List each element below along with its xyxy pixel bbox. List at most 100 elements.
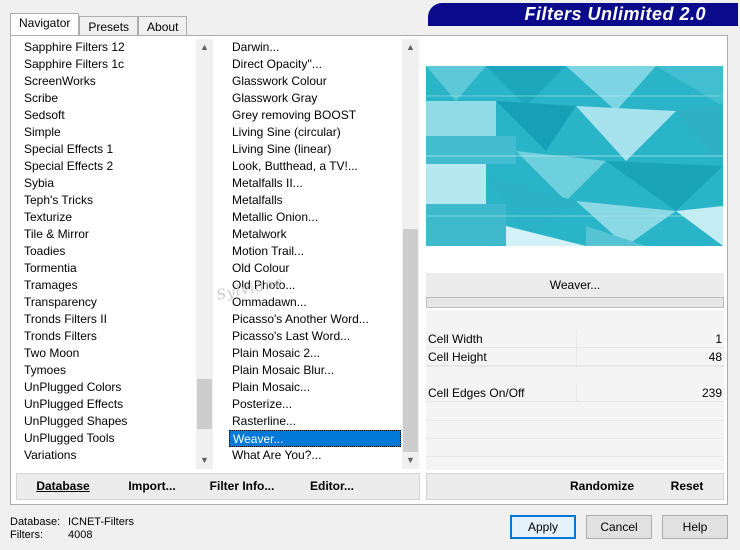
status-key: Database:: [10, 516, 61, 528]
param-row-cell-width[interactable]: Cell Width 1: [426, 330, 724, 348]
list-item[interactable]: Special Effects 1: [21, 141, 196, 158]
list-item[interactable]: Plain Mosaic...: [229, 379, 401, 396]
status-value: 4008: [68, 529, 93, 541]
filter-scrollbar[interactable]: ▲ ▼: [402, 39, 419, 469]
param-row-cell-edges[interactable]: Cell Edges On/Off 239: [426, 384, 724, 402]
randomize-button[interactable]: Randomize: [557, 474, 647, 499]
list-item[interactable]: Sedsoft: [21, 107, 196, 124]
list-item[interactable]: Glasswork Gray: [229, 90, 401, 107]
list-item[interactable]: Simple: [21, 124, 196, 141]
tab-navigator[interactable]: Navigator: [10, 13, 80, 35]
divider: [426, 456, 724, 457]
category-scrollbar[interactable]: ▲ ▼: [196, 39, 213, 469]
list-item[interactable]: Teph's Tricks: [21, 192, 196, 209]
preview-image: [426, 66, 723, 246]
tab-about[interactable]: About: [138, 16, 188, 35]
scroll-down-icon[interactable]: ▼: [196, 452, 213, 469]
list-item[interactable]: UnPlugged Effects: [21, 396, 196, 413]
filter-info-button[interactable]: Filter Info...: [197, 474, 287, 499]
status-value: ICNET-Filters: [68, 516, 134, 528]
progress-bar: [426, 297, 724, 308]
list-item[interactable]: Glasswork Colour: [229, 73, 401, 90]
apply-button[interactable]: Apply: [510, 515, 576, 539]
scroll-up-icon[interactable]: ▲: [196, 39, 213, 56]
scroll-thumb[interactable]: [197, 379, 212, 429]
list-item[interactable]: Tormentia: [21, 260, 196, 277]
list-item[interactable]: Picasso's Another Word...: [229, 311, 401, 328]
list-item[interactable]: Look, Butthead, a TV!...: [229, 158, 401, 175]
list-item[interactable]: UnPlugged Tools: [21, 430, 196, 447]
list-item[interactable]: Tramages: [21, 277, 196, 294]
app-title: Filters Unlimited 2.0: [524, 4, 706, 24]
right-button-bar: Randomize Reset: [426, 473, 724, 500]
left-button-bar: Database Import... Filter Info... Editor…: [16, 473, 420, 500]
list-item[interactable]: What Are You?...: [229, 447, 401, 464]
list-item[interactable]: UnPlugged Colors: [21, 379, 196, 396]
title-banner: Filters Unlimited 2.0: [428, 3, 738, 26]
filter-list[interactable]: Darwin... Direct Opacity''... Glasswork Co…: [229, 39, 401, 469]
list-item[interactable]: Rasterline...: [229, 413, 401, 430]
scroll-down-icon[interactable]: ▼: [402, 452, 419, 469]
list-item[interactable]: Tymoes: [21, 362, 196, 379]
list-item[interactable]: Transparency: [21, 294, 196, 311]
status-filters: Filters: 4008: [10, 529, 92, 541]
editor-button[interactable]: Editor...: [297, 474, 367, 499]
help-button[interactable]: Help: [662, 515, 728, 539]
divider: [426, 366, 724, 367]
list-item[interactable]: Sapphire Filters 12: [21, 39, 196, 56]
param-value: 1: [715, 332, 722, 346]
list-item[interactable]: Tronds Filters II: [21, 311, 196, 328]
list-item[interactable]: Old Colour: [229, 260, 401, 277]
import-button[interactable]: Import...: [117, 474, 187, 499]
tab-strip: Navigator Presets About: [10, 13, 188, 35]
list-item[interactable]: Direct Opacity''...: [229, 56, 401, 73]
status-database: Database: ICNET-Filters: [10, 516, 134, 528]
reset-button[interactable]: Reset: [657, 474, 717, 499]
divider: [426, 438, 724, 439]
param-row-cell-height[interactable]: Cell Height 48: [426, 348, 724, 366]
list-item[interactable]: Variations: [21, 447, 196, 464]
list-item[interactable]: Scribe: [21, 90, 196, 107]
param-value: 48: [708, 350, 722, 364]
cancel-button[interactable]: Cancel: [586, 515, 652, 539]
list-item[interactable]: Metalwork: [229, 226, 401, 243]
list-item[interactable]: UnPlugged Shapes: [21, 413, 196, 430]
scroll-up-icon[interactable]: ▲: [402, 39, 419, 56]
database-button[interactable]: Database: [27, 474, 99, 499]
param-label: Cell Width: [428, 332, 483, 346]
param-value: 239: [701, 386, 722, 400]
list-item[interactable]: Toadies: [21, 243, 196, 260]
list-item[interactable]: Grey removing BOOST: [229, 107, 401, 124]
list-item[interactable]: Two Moon: [21, 345, 196, 362]
preview-graphic: [426, 66, 723, 246]
list-item[interactable]: Sapphire Filters 1c: [21, 56, 196, 73]
scroll-thumb[interactable]: [403, 229, 418, 452]
list-item[interactable]: Metalfalls: [229, 192, 401, 209]
list-item[interactable]: Living Sine (circular): [229, 124, 401, 141]
list-item[interactable]: Tronds Filters: [21, 328, 196, 345]
list-item[interactable]: Living Sine (linear): [229, 141, 401, 158]
category-list[interactable]: Sapphire Filters 12 Sapphire Filters 1c Sc…: [21, 39, 196, 469]
param-slider[interactable]: [576, 384, 694, 401]
list-item[interactable]: Texturize: [21, 209, 196, 226]
list-item[interactable]: Posterize...: [229, 396, 401, 413]
list-item[interactable]: Tile & Mirror: [21, 226, 196, 243]
list-item[interactable]: ScreenWorks: [21, 73, 196, 90]
list-item[interactable]: Darwin...: [229, 39, 401, 56]
divider: [426, 420, 724, 421]
list-item[interactable]: Ommadawn...: [229, 294, 401, 311]
list-item[interactable]: Motion Trail...: [229, 243, 401, 260]
list-item[interactable]: Plain Mosaic 2...: [229, 345, 401, 362]
list-item[interactable]: Sybia: [21, 175, 196, 192]
param-slider[interactable]: [576, 348, 694, 365]
list-item[interactable]: Weaver...: [229, 430, 401, 447]
navigator-panel: Sapphire Filters 12 Sapphire Filters 1c Sc…: [10, 35, 728, 505]
list-item[interactable]: Metallic Onion...: [229, 209, 401, 226]
list-item[interactable]: Plain Mosaic Blur...: [229, 362, 401, 379]
param-slider[interactable]: [576, 330, 694, 347]
current-filter-label: Weaver...: [426, 273, 724, 297]
list-item[interactable]: Special Effects 2: [21, 158, 196, 175]
list-item[interactable]: Picasso's Last Word...: [229, 328, 401, 345]
list-item[interactable]: Metalfalls II...: [229, 175, 401, 192]
tab-presets[interactable]: Presets: [79, 16, 139, 35]
